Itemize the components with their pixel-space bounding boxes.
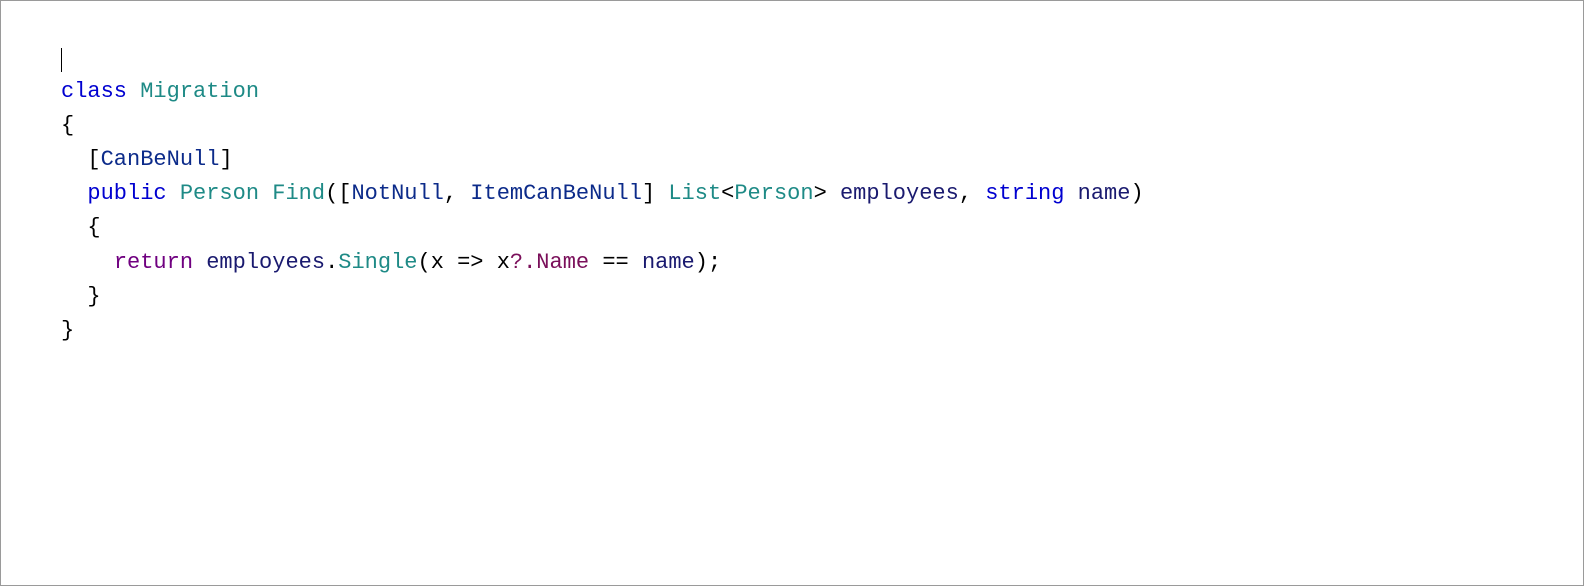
- code-token: [259, 181, 272, 206]
- code-token: employees: [206, 250, 325, 275]
- code-token: [193, 250, 206, 275]
- code-line[interactable]: {: [61, 109, 1583, 143]
- code-token: .: [325, 250, 338, 275]
- code-token: =>: [444, 250, 497, 275]
- code-token: ?.Name: [510, 250, 589, 275]
- code-token: ItemCanBeNull: [470, 181, 642, 206]
- code-line[interactable]: }: [61, 280, 1583, 314]
- code-token: );: [695, 250, 721, 275]
- code-token: CanBeNull: [101, 147, 220, 172]
- code-token: return: [114, 250, 193, 275]
- indent: [61, 215, 87, 240]
- code-token: Find: [272, 181, 325, 206]
- code-token: x: [431, 250, 444, 275]
- code-token: [: [87, 147, 100, 172]
- code-token: {: [61, 113, 74, 138]
- code-token: Migration: [140, 79, 259, 104]
- text-cursor: [61, 48, 62, 72]
- indent: [61, 147, 87, 172]
- code-token: name: [1078, 181, 1131, 206]
- code-token: Person: [180, 181, 259, 206]
- code-block[interactable]: class Migration { [CanBeNull] public Pers…: [61, 41, 1583, 348]
- code-token: Person: [734, 181, 813, 206]
- code-token: Single: [338, 250, 417, 275]
- indent: [61, 181, 87, 206]
- code-token: NotNull: [351, 181, 443, 206]
- code-token: name: [642, 250, 695, 275]
- indent: [61, 250, 114, 275]
- code-token: class: [61, 79, 127, 104]
- code-line[interactable]: return employees.Single(x => x?.Name == …: [61, 246, 1583, 280]
- code-token: List: [668, 181, 721, 206]
- code-token: }: [87, 284, 100, 309]
- code-token: {: [87, 215, 100, 240]
- code-line[interactable]: [CanBeNull]: [61, 143, 1583, 177]
- code-token: ]: [642, 181, 668, 206]
- code-token: ): [1130, 181, 1143, 206]
- code-token: [127, 79, 140, 104]
- code-token: string: [985, 181, 1064, 206]
- code-token: }: [61, 318, 74, 343]
- code-line[interactable]: [61, 41, 1583, 75]
- code-token: >: [814, 181, 840, 206]
- code-token: ]: [219, 147, 232, 172]
- code-token: ([: [325, 181, 351, 206]
- code-line[interactable]: }: [61, 314, 1583, 348]
- code-token: ==: [589, 250, 642, 275]
- code-line[interactable]: class Migration: [61, 75, 1583, 109]
- code-token: x: [497, 250, 510, 275]
- code-line[interactable]: {: [61, 211, 1583, 245]
- code-token: ,: [959, 181, 985, 206]
- code-line[interactable]: public Person Find([NotNull, ItemCanBeNu…: [61, 177, 1583, 211]
- code-token: public: [87, 181, 166, 206]
- code-token: (: [417, 250, 430, 275]
- code-token: <: [721, 181, 734, 206]
- code-token: [1064, 181, 1077, 206]
- code-token: ,: [444, 181, 470, 206]
- code-editor-frame: class Migration { [CanBeNull] public Pers…: [0, 0, 1584, 586]
- code-token: [167, 181, 180, 206]
- code-token: employees: [840, 181, 959, 206]
- indent: [61, 284, 87, 309]
